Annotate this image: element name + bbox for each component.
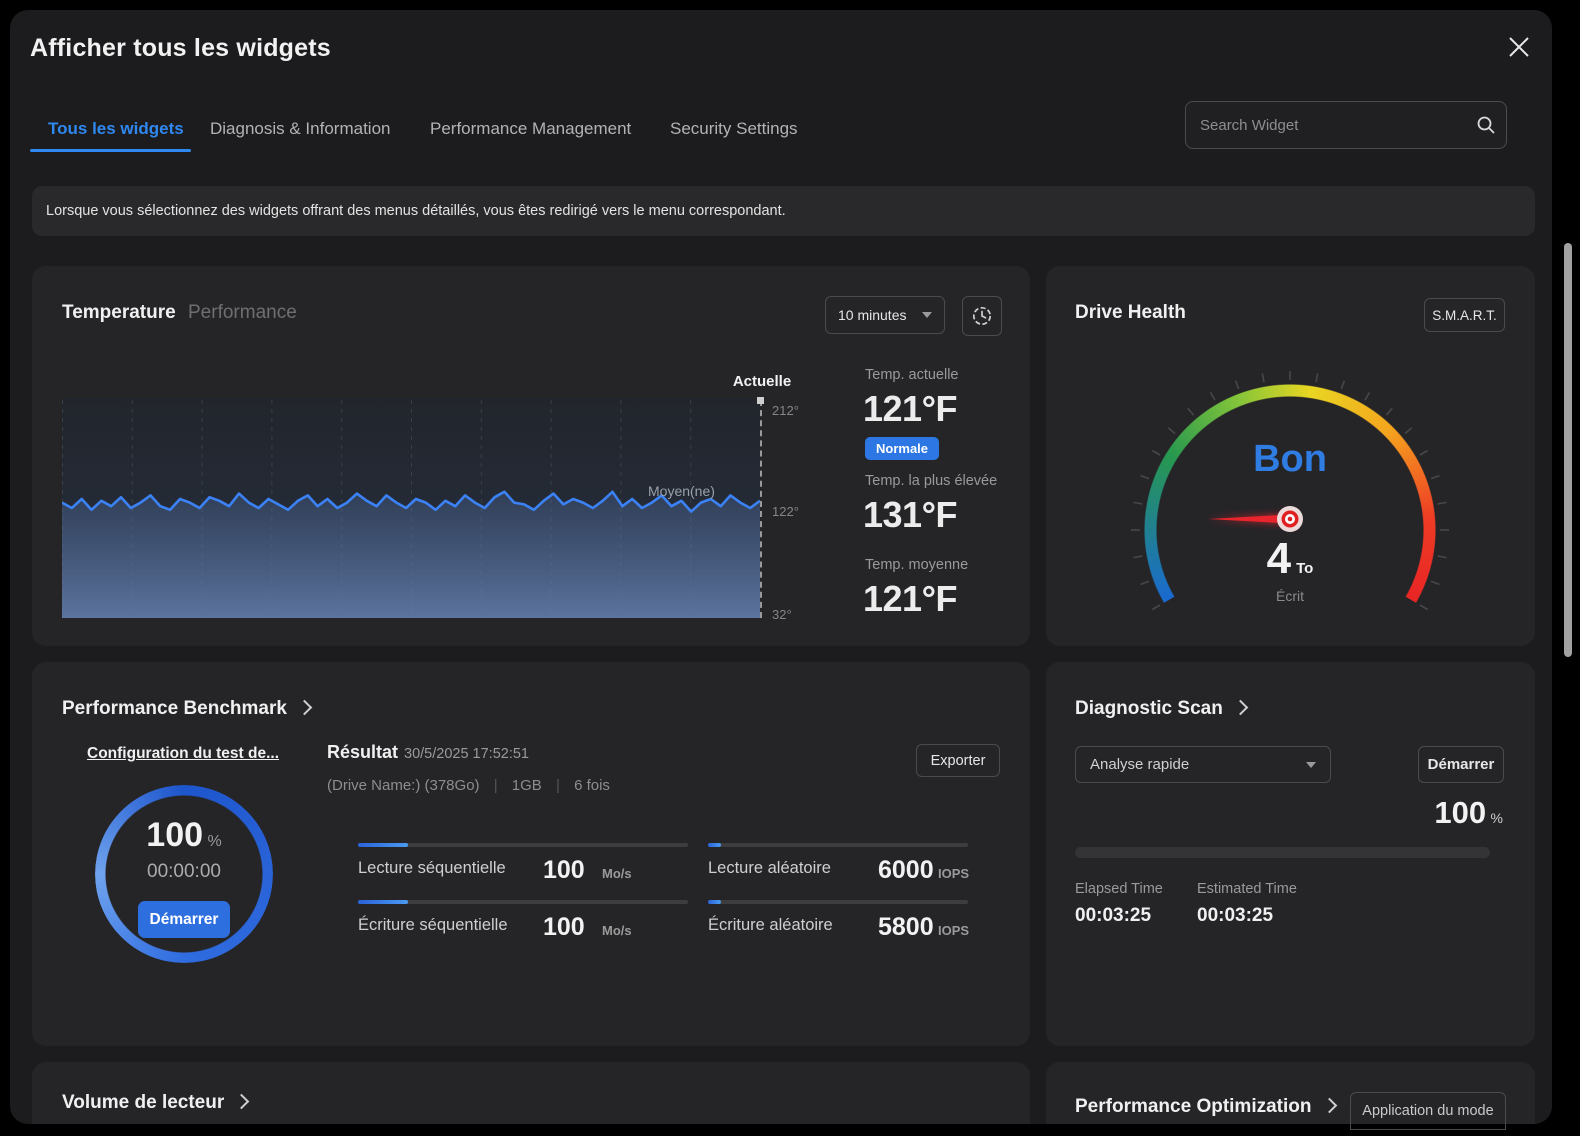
estimated-time-value: 00:03:25 — [1197, 905, 1273, 927]
volume-title[interactable]: Volume de lecteur — [62, 1092, 247, 1114]
current-marker-label: Actuelle — [700, 373, 824, 390]
tab-tous-les-widgets[interactable]: Tous les widgets — [48, 119, 184, 139]
benchmark-progress: 100 % — [95, 816, 273, 855]
temp-highest-value: 131°F — [863, 494, 957, 536]
rand-read-bar — [708, 843, 968, 847]
temp-average-label: Temp. moyenne — [865, 557, 968, 573]
test-size: 1GB — [512, 777, 542, 794]
result-label: Résultat — [327, 742, 398, 763]
drive-health-gauge-overlay — [1130, 370, 1450, 690]
estimated-time-label: Estimated Time — [1197, 881, 1297, 897]
history-button[interactable] — [962, 296, 1002, 336]
diagnostic-title[interactable]: Diagnostic Scan — [1075, 698, 1246, 720]
chevron-right-icon — [297, 700, 313, 716]
elapsed-time-value: 00:03:25 — [1075, 905, 1151, 927]
drive-health-title: Drive Health — [1075, 302, 1186, 324]
elapsed-time-label: Elapsed Time — [1075, 881, 1163, 897]
smart-button[interactable]: S.M.A.R.T. — [1424, 298, 1505, 332]
seq-read-value: 100 — [543, 856, 585, 885]
temperature-chart — [62, 398, 760, 618]
seq-write-value: 100 — [543, 913, 585, 942]
temp-current-label: Temp. actuelle — [865, 367, 959, 383]
series-label: Moyen(ne) — [648, 483, 715, 499]
diagnostic-progress: 100 % — [1303, 795, 1503, 831]
screen: Afficher tous les widgets Tous les widge… — [0, 0, 1580, 1136]
benchmark-timer: 00:00:00 — [95, 861, 273, 883]
benchmark-progress-value: 100 — [146, 816, 203, 854]
rand-write-label: Écriture aléatoire — [708, 916, 833, 935]
seq-read-label: Lecture séquentielle — [358, 859, 506, 878]
page-title: Afficher tous les widgets — [30, 34, 331, 63]
temperature-subtitle: Performance — [188, 302, 297, 324]
chevron-right-icon — [1233, 700, 1249, 716]
active-tab-underline — [30, 149, 191, 152]
seq-write-unit: Mo/s — [602, 923, 632, 938]
apply-mode-button[interactable]: Application du mode — [1350, 1092, 1506, 1130]
written-value: 4 — [1267, 534, 1291, 583]
seq-read-unit: Mo/s — [602, 866, 632, 881]
rand-read-value: 6000 — [878, 856, 934, 885]
seq-write-label: Écriture séquentielle — [358, 916, 508, 935]
time-range-value: 10 minutes — [838, 307, 906, 323]
temp-current-value: 121°F — [863, 388, 957, 430]
temp-average-value: 121°F — [863, 578, 957, 620]
written-unit: To — [1296, 560, 1313, 577]
result-drive-info: (Drive Name:) (378Go) | 1GB | 6 fois — [327, 777, 610, 794]
temp-status-badge: Normale — [865, 437, 939, 460]
close-button[interactable] — [1498, 26, 1540, 68]
drive-health-status: Bon — [1190, 438, 1390, 481]
close-icon — [1508, 36, 1530, 58]
info-banner: Lorsque vous sélectionnez des widgets of… — [32, 186, 1535, 236]
current-marker-dot — [757, 397, 764, 404]
scan-mode-dropdown[interactable]: Analyse rapide — [1075, 746, 1331, 783]
diagnostic-progress-value: 100 — [1434, 795, 1486, 830]
benchmark-start-button[interactable]: Démarrer — [138, 901, 230, 938]
result-time: 30/5/2025 17:52:51 — [404, 746, 529, 762]
seq-read-bar — [358, 843, 688, 847]
rand-read-unit: IOPS — [938, 866, 969, 881]
history-clock-icon — [971, 305, 993, 327]
chevron-right-icon — [1321, 1098, 1337, 1114]
chevron-down-icon — [1306, 762, 1316, 768]
benchmark-title[interactable]: Performance Benchmark — [62, 698, 310, 720]
y-tick-122: 122° — [772, 504, 799, 519]
search-widget-box — [1185, 101, 1507, 149]
rand-write-unit: IOPS — [938, 923, 969, 938]
diagnostic-progress-bar — [1075, 847, 1490, 858]
diagnostic-start-button[interactable]: Démarrer — [1418, 746, 1504, 783]
time-range-dropdown[interactable]: 10 minutes — [825, 296, 945, 334]
temperature-title: Temperature — [62, 302, 176, 324]
y-tick-32: 32° — [772, 607, 792, 622]
search-icon[interactable] — [1466, 115, 1506, 135]
current-marker-line — [760, 400, 762, 618]
benchmark-config-link[interactable]: Configuration du test de... — [87, 745, 279, 763]
rand-write-bar — [708, 900, 968, 904]
tab-security-settings[interactable]: Security Settings — [670, 119, 798, 139]
tab-performance-management[interactable]: Performance Management — [430, 119, 631, 139]
chevron-right-icon — [234, 1094, 250, 1110]
y-tick-212: 212° — [772, 403, 799, 418]
tab-diagnosis-information[interactable]: Diagnosis & Information — [210, 119, 390, 139]
written-label: Écrit — [1190, 588, 1390, 604]
scan-mode-value: Analyse rapide — [1090, 756, 1189, 773]
search-input[interactable] — [1186, 117, 1466, 134]
benchmark-progress-unit: % — [207, 833, 221, 850]
scrollbar-thumb[interactable] — [1564, 243, 1572, 657]
temp-highest-label: Temp. la plus élevée — [865, 473, 997, 489]
rand-write-value: 5800 — [878, 913, 934, 942]
optimization-title[interactable]: Performance Optimization — [1075, 1096, 1335, 1118]
export-button[interactable]: Exporter — [916, 744, 1000, 777]
test-count: 6 fois — [574, 777, 610, 794]
seq-write-bar — [358, 900, 688, 904]
info-banner-text: Lorsque vous sélectionnez des widgets of… — [46, 203, 786, 219]
drive-health-written: 4 To — [1190, 534, 1390, 584]
chevron-down-icon — [922, 312, 932, 318]
rand-read-label: Lecture aléatoire — [708, 859, 831, 878]
diagnostic-progress-unit: % — [1491, 810, 1503, 826]
drive-info: (Drive Name:) (378Go) — [327, 777, 480, 794]
